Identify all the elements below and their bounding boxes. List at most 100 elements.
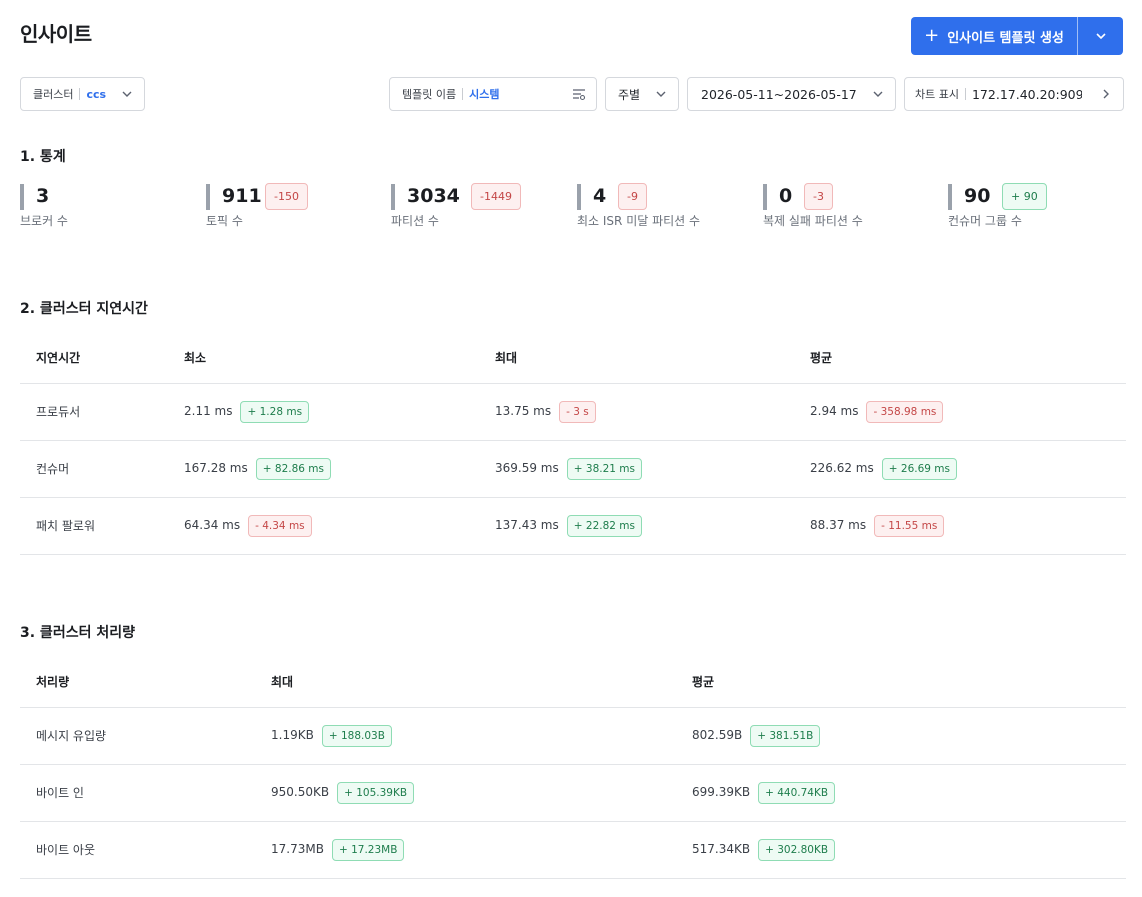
stat-caption: 최소 ISR 미달 파티션 수: [577, 214, 701, 228]
period-value: 주별: [618, 87, 641, 102]
chevron-right-icon: [1099, 87, 1113, 101]
stat-delta-badge: -150: [265, 183, 308, 210]
delta-badge: + 440.74KB: [758, 781, 836, 804]
delta-badge: + 105.39KB: [337, 781, 415, 804]
stat-bar: [577, 184, 581, 210]
stat-value: 90: [964, 185, 991, 207]
template-name-select[interactable]: 템플릿 이름 시스템: [389, 77, 597, 111]
delta-badge: - 4.34 ms: [248, 514, 312, 537]
divider: [964, 88, 966, 100]
period-select[interactable]: 주별: [605, 77, 679, 111]
stat-delta-badge: -1449: [471, 183, 521, 210]
column-header: 최대: [271, 657, 692, 708]
delta-badge: - 11.55 ms: [874, 514, 945, 537]
cluster-label: 클러스터: [33, 88, 74, 101]
row-label: 패치 팔로워: [20, 497, 184, 555]
max-value: 137.43 ms: [495, 518, 559, 532]
divider: [462, 88, 464, 100]
table-row: 컨슈머 167.28 ms + 82.86 ms 369.59 ms + 38.21…: [20, 440, 1126, 498]
latency-table: 지연시간 최소 최대 평균 프로듀서 2.11 ms + 1.28 ms 13.7…: [20, 333, 1126, 555]
latency-section-title: 2. 클러스터 지연시간: [20, 301, 148, 317]
stat-bar: [206, 184, 210, 210]
delta-badge: + 302.80KB: [758, 838, 836, 861]
row-label: 메시지 유입량: [20, 707, 271, 765]
stat-value: 3034: [407, 185, 460, 207]
table-row: 메시지 유입량 1.19KB + 188.03B 802.59B + 381.51B: [20, 707, 1126, 765]
chart-label: 차트 표시: [915, 88, 959, 101]
create-template-label: 인사이트 템플릿 생성: [947, 30, 1064, 46]
stat-caption: 복제 실패 파티션 수: [763, 214, 863, 228]
delta-badge: - 358.98 ms: [866, 400, 944, 423]
column-header: 최대: [495, 333, 810, 384]
delta-badge: + 38.21 ms: [566, 457, 642, 480]
stat-value: 3: [36, 185, 50, 207]
min-value: 167.28 ms: [184, 461, 248, 475]
date-range-value: 2026-05-11~2026-05-17: [701, 86, 857, 102]
avg-value: 88.37 ms: [810, 518, 867, 532]
cluster-select[interactable]: 클러스터 ccs: [20, 77, 145, 111]
row-label: 바이트 아웃: [20, 821, 271, 879]
stat-replication-failed: 0 -3 복제 실패 파티션 수: [763, 182, 933, 232]
row-label: 컨슈머: [20, 440, 184, 498]
min-value: 64.34 ms: [184, 518, 241, 532]
table-row: 프로듀서 2.11 ms + 1.28 ms 13.75 ms - 3 s 2.94…: [20, 383, 1126, 441]
table-row: 바이트 인 950.50KB + 105.39KB 699.39KB + 440.7…: [20, 764, 1126, 822]
stat-delta-badge: -9: [618, 183, 647, 210]
column-header: 처리량: [20, 657, 271, 708]
stat-consumer-group-count: 90 + 90 컨슈머 그룹 수: [948, 182, 1118, 232]
plus-icon: +: [924, 25, 940, 46]
column-header: 평균: [692, 657, 1126, 708]
template-value: 시스템: [469, 88, 500, 101]
stat-caption: 토픽 수: [206, 214, 243, 228]
create-template-button[interactable]: + 인사이트 템플릿 생성: [911, 17, 1077, 55]
delta-badge: + 82.86 ms: [255, 457, 331, 480]
throughput-table: 처리량 최대 평균 메시지 유입량 1.19KB + 188.03B 802.59…: [20, 657, 1126, 879]
create-template-button-group: + 인사이트 템플릿 생성: [911, 17, 1123, 55]
max-value: 369.59 ms: [495, 461, 559, 475]
max-value: 17.73MB: [271, 842, 324, 856]
column-header: 평균: [810, 333, 1126, 384]
stat-bar: [948, 184, 952, 210]
template-label: 템플릿 이름: [402, 88, 457, 101]
delta-badge: + 381.51B: [750, 724, 821, 747]
row-label: 프로듀서: [20, 383, 184, 441]
date-range-picker[interactable]: 2026-05-11~2026-05-17: [687, 77, 896, 111]
stat-value: 4: [593, 185, 607, 207]
avg-value: 517.34KB: [692, 842, 751, 856]
avg-value: 226.62 ms: [810, 461, 874, 475]
stat-delta-badge: -3: [804, 183, 833, 210]
stat-partition-count: 3034 -1449 파티션 수: [391, 182, 561, 232]
column-header: 최소: [184, 333, 495, 384]
stat-caption: 브로커 수: [20, 214, 68, 228]
create-options-dropdown[interactable]: [1077, 17, 1123, 55]
stat-broker-count: 3 브로커 수: [20, 182, 190, 232]
avg-value: 802.59B: [692, 728, 743, 742]
stat-under-min-isr: 4 -9 최소 ISR 미달 파티션 수: [577, 182, 747, 232]
stats-section-title: 1. 통계: [20, 149, 66, 165]
filter-settings-icon: [573, 89, 586, 101]
table-header-row: 지연시간 최소 최대 평균: [20, 333, 1126, 384]
table-row: 패치 팔로워 64.34 ms - 4.34 ms 137.43 ms + 22.8…: [20, 497, 1126, 555]
stat-value: 911: [222, 185, 262, 207]
avg-value: 2.94 ms: [810, 404, 859, 418]
delta-badge: - 3 s: [559, 400, 596, 423]
chart-display-select[interactable]: 차트 표시 172.17.40.20:9092: [904, 77, 1124, 111]
row-label: 바이트 인: [20, 764, 271, 822]
stat-bar: [763, 184, 767, 210]
delta-badge: + 17.23MB: [331, 838, 405, 861]
max-value: 950.50KB: [271, 785, 330, 799]
divider: [79, 88, 81, 100]
stat-caption: 컨슈머 그룹 수: [948, 214, 1022, 228]
chevron-down-icon: [1095, 33, 1106, 40]
chevron-down-icon: [873, 91, 883, 97]
stat-bar: [391, 184, 395, 210]
max-value: 13.75 ms: [495, 404, 552, 418]
delta-badge: + 188.03B: [321, 724, 392, 747]
stat-topic-count: 911 -150 토픽 수: [206, 182, 376, 232]
stat-value: 0: [779, 185, 793, 207]
chevron-down-icon: [656, 91, 666, 97]
page-title: 인사이트: [20, 22, 92, 46]
throughput-section-title: 3. 클러스터 처리량: [20, 625, 135, 641]
max-value: 1.19KB: [271, 728, 314, 742]
delta-badge: + 22.82 ms: [566, 514, 642, 537]
